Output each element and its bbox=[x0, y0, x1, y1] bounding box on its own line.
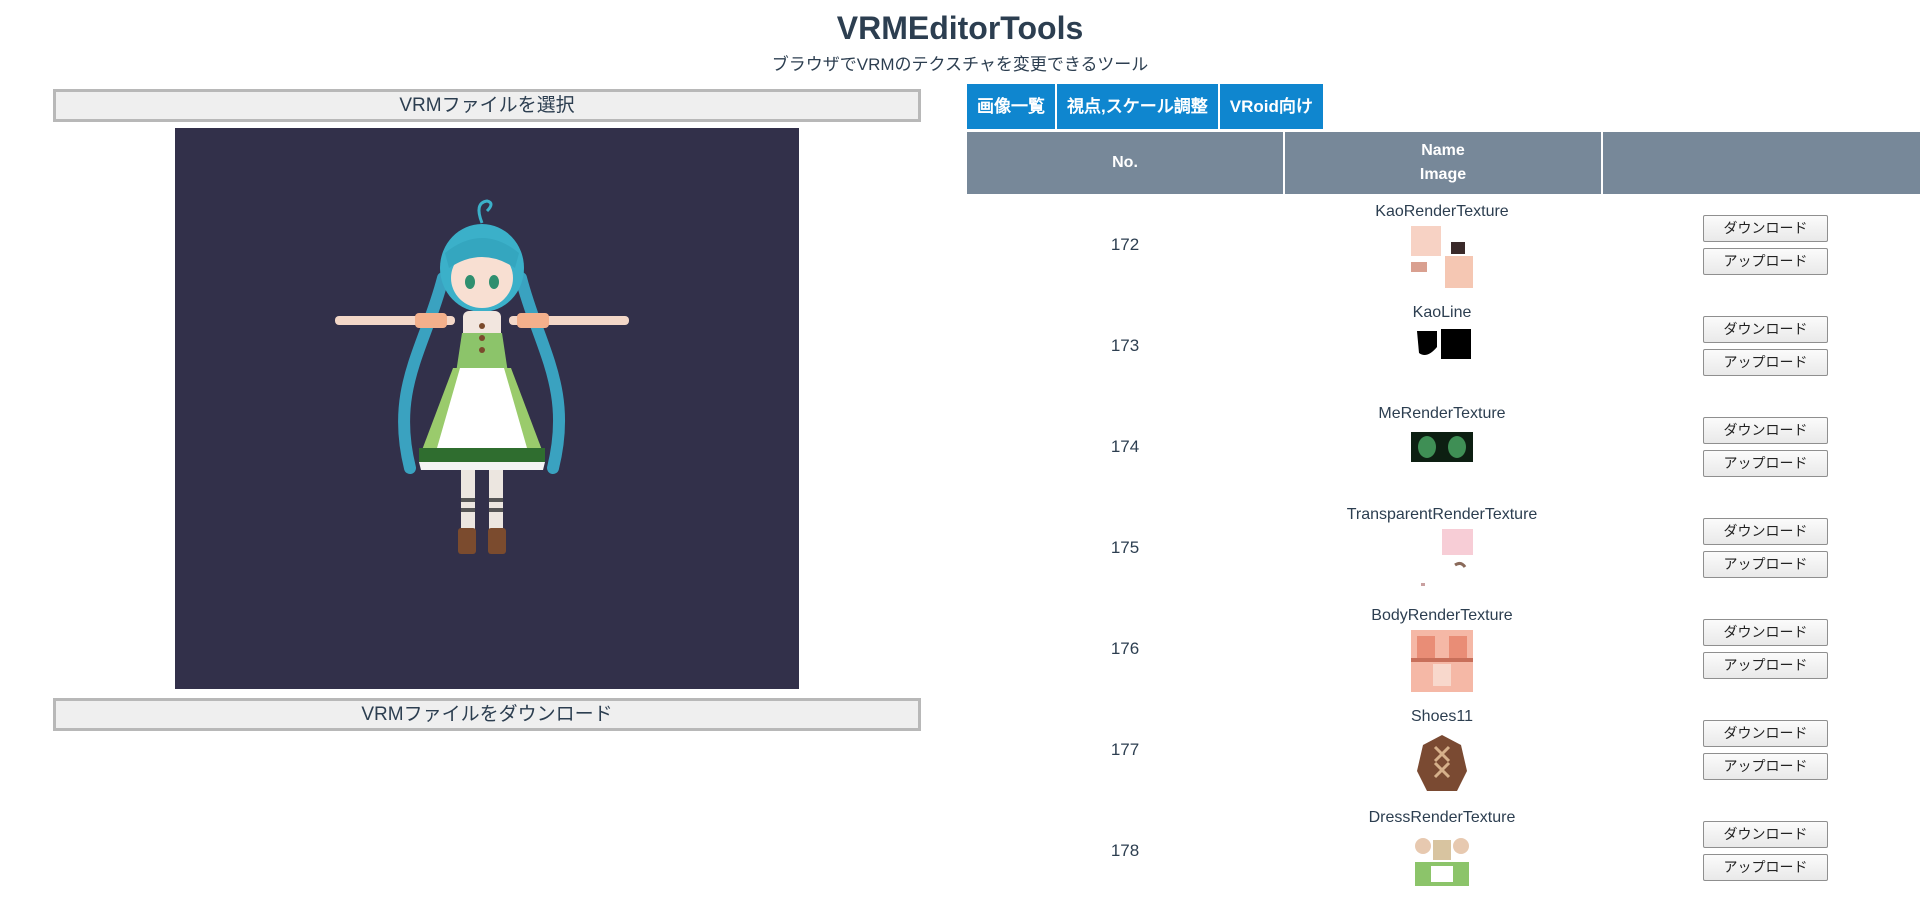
upload-texture-button[interactable]: アップロード bbox=[1703, 853, 1828, 881]
table-row: 174 MeRenderTexture ダウンロード アップロード bbox=[967, 396, 1920, 497]
avatar-model-render bbox=[335, 199, 629, 554]
app-subtitle: ブラウザでVRMのテクスチャを変更できるツール bbox=[771, 55, 1149, 74]
texture-thumbnail bbox=[1411, 529, 1473, 591]
row-actions: ダウンロード アップロード bbox=[1601, 598, 1920, 699]
upload-texture-button[interactable]: アップロード bbox=[1703, 348, 1828, 376]
texture-name: MeRenderTexture bbox=[1378, 405, 1506, 422]
row-actions: ダウンロード アップロード bbox=[1601, 295, 1920, 396]
row-actions: ダウンロード アップロード bbox=[1601, 396, 1920, 497]
download-texture-button[interactable]: ダウンロード bbox=[1703, 517, 1828, 545]
column-header-image: Image bbox=[1419, 166, 1467, 183]
upload-texture-button[interactable]: アップロード bbox=[1703, 651, 1828, 679]
download-vrm-file-button[interactable]: VRMファイルをダウンロード bbox=[53, 698, 921, 731]
tab-vroid[interactable]: VRoid向け bbox=[1219, 84, 1323, 129]
table-row: 175 TransparentRenderTexture ダウンロード アップロ… bbox=[967, 497, 1920, 598]
texture-name: TransparentRenderTexture bbox=[1346, 506, 1538, 523]
texture-thumbnail bbox=[1411, 327, 1473, 389]
texture-cell: KaoRenderTexture bbox=[1283, 194, 1601, 295]
table-header: No. Name Image bbox=[967, 132, 1920, 194]
row-actions: ダウンロード アップロード bbox=[1601, 800, 1920, 901]
download-texture-button[interactable]: ダウンロード bbox=[1703, 618, 1828, 646]
texture-number: 176 bbox=[1110, 638, 1140, 658]
texture-cell: MeRenderTexture bbox=[1283, 396, 1601, 497]
texture-number: 177 bbox=[1110, 739, 1140, 759]
select-vrm-file-button[interactable]: VRMファイルを選択 bbox=[53, 89, 921, 122]
upload-texture-button[interactable]: アップロード bbox=[1703, 752, 1828, 780]
table-row: 176 BodyRenderTexture ダウンロード アップロード bbox=[967, 598, 1920, 699]
texture-thumbnail bbox=[1411, 731, 1473, 793]
texture-name: DressRenderTexture bbox=[1368, 809, 1516, 826]
download-texture-button[interactable]: ダウンロード bbox=[1703, 416, 1828, 444]
texture-thumbnail bbox=[1411, 630, 1473, 692]
texture-cell: KaoLine bbox=[1283, 295, 1601, 396]
row-actions: ダウンロード アップロード bbox=[1601, 194, 1920, 295]
tab-bar: 画像一覧 視点,スケール調整 VRoid向け bbox=[967, 84, 1325, 129]
app-title: VRMEditorTools bbox=[836, 10, 1084, 46]
texture-number: 175 bbox=[1110, 537, 1140, 557]
texture-cell: DressRenderTexture bbox=[1283, 800, 1601, 901]
table-row: 172 KaoRenderTexture ダウンロード アップロード bbox=[967, 194, 1920, 295]
table-row: 178 DressRenderTexture ダウンロード アップロード bbox=[967, 800, 1920, 901]
texture-number: 173 bbox=[1110, 335, 1140, 355]
texture-cell: Shoes11 bbox=[1283, 699, 1601, 800]
tab-image-list[interactable]: 画像一覧 bbox=[967, 84, 1055, 129]
texture-number: 172 bbox=[1110, 234, 1140, 254]
upload-texture-button[interactable]: アップロード bbox=[1703, 449, 1828, 477]
texture-name: KaoRenderTexture bbox=[1375, 203, 1509, 220]
tab-view-scale-adjust[interactable]: 視点,スケール調整 bbox=[1057, 84, 1218, 129]
column-header-no: No. bbox=[1112, 154, 1138, 171]
table-row: 177 Shoes11 ダウンロード アップロード bbox=[967, 699, 1920, 800]
upload-texture-button[interactable]: アップロード bbox=[1703, 550, 1828, 578]
table-row: 173 KaoLine ダウンロード アップロード bbox=[967, 295, 1920, 396]
texture-cell: TransparentRenderTexture bbox=[1283, 497, 1601, 598]
column-header-actions bbox=[1601, 132, 1920, 194]
row-actions: ダウンロード アップロード bbox=[1601, 497, 1920, 598]
texture-thumbnail bbox=[1411, 832, 1473, 894]
download-texture-button[interactable]: ダウンロード bbox=[1703, 315, 1828, 343]
column-header-name-image: Name Image bbox=[1283, 132, 1601, 194]
download-texture-button[interactable]: ダウンロード bbox=[1703, 214, 1828, 242]
texture-name: KaoLine bbox=[1412, 304, 1472, 321]
texture-name: BodyRenderTexture bbox=[1371, 607, 1513, 624]
texture-number: 178 bbox=[1110, 840, 1140, 860]
row-actions: ダウンロード アップロード bbox=[1601, 699, 1920, 800]
texture-table: No. Name Image 172 KaoRenderTexture ダウンロ… bbox=[967, 132, 1920, 901]
texture-name: Shoes11 bbox=[1411, 708, 1473, 725]
texture-thumbnail bbox=[1411, 428, 1473, 490]
download-texture-button[interactable]: ダウンロード bbox=[1703, 719, 1828, 747]
vrm-3d-viewer[interactable] bbox=[175, 128, 799, 689]
texture-thumbnail bbox=[1411, 226, 1473, 288]
texture-cell: BodyRenderTexture bbox=[1283, 598, 1601, 699]
column-header-name: Name bbox=[1421, 142, 1465, 159]
download-texture-button[interactable]: ダウンロード bbox=[1703, 820, 1828, 848]
page-header: VRMEditorTools ブラウザでVRMのテクスチャを変更できるツール bbox=[0, 8, 1920, 76]
upload-texture-button[interactable]: アップロード bbox=[1703, 247, 1828, 275]
texture-number: 174 bbox=[1110, 436, 1140, 456]
